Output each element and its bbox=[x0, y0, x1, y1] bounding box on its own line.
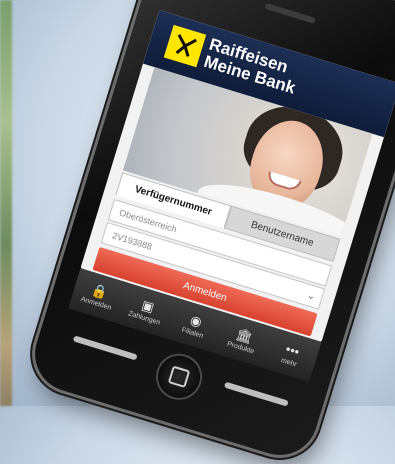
payments-icon: ▣ bbox=[140, 296, 157, 315]
more-icon: ••• bbox=[283, 340, 302, 360]
raiffeisen-logo-icon bbox=[163, 24, 207, 68]
home-button[interactable] bbox=[152, 350, 206, 404]
capacitive-button-right[interactable] bbox=[223, 381, 289, 407]
bank-icon: 🏛 bbox=[234, 325, 255, 345]
scene: Raiffeisen Meine Bank Verfügernummer Ben… bbox=[0, 0, 395, 464]
phone-device: Raiffeisen Meine Bank Verfügernummer Ben… bbox=[25, 0, 395, 464]
nav-label: Filialen bbox=[180, 326, 205, 340]
chevron-down-icon[interactable]: ⌄ bbox=[305, 290, 316, 303]
location-icon: ◉ bbox=[188, 311, 204, 330]
home-square-icon bbox=[167, 365, 191, 389]
phone-speaker bbox=[264, 2, 316, 24]
lock-icon: 🔒 bbox=[89, 281, 110, 301]
capacitive-button-left[interactable] bbox=[72, 335, 138, 361]
